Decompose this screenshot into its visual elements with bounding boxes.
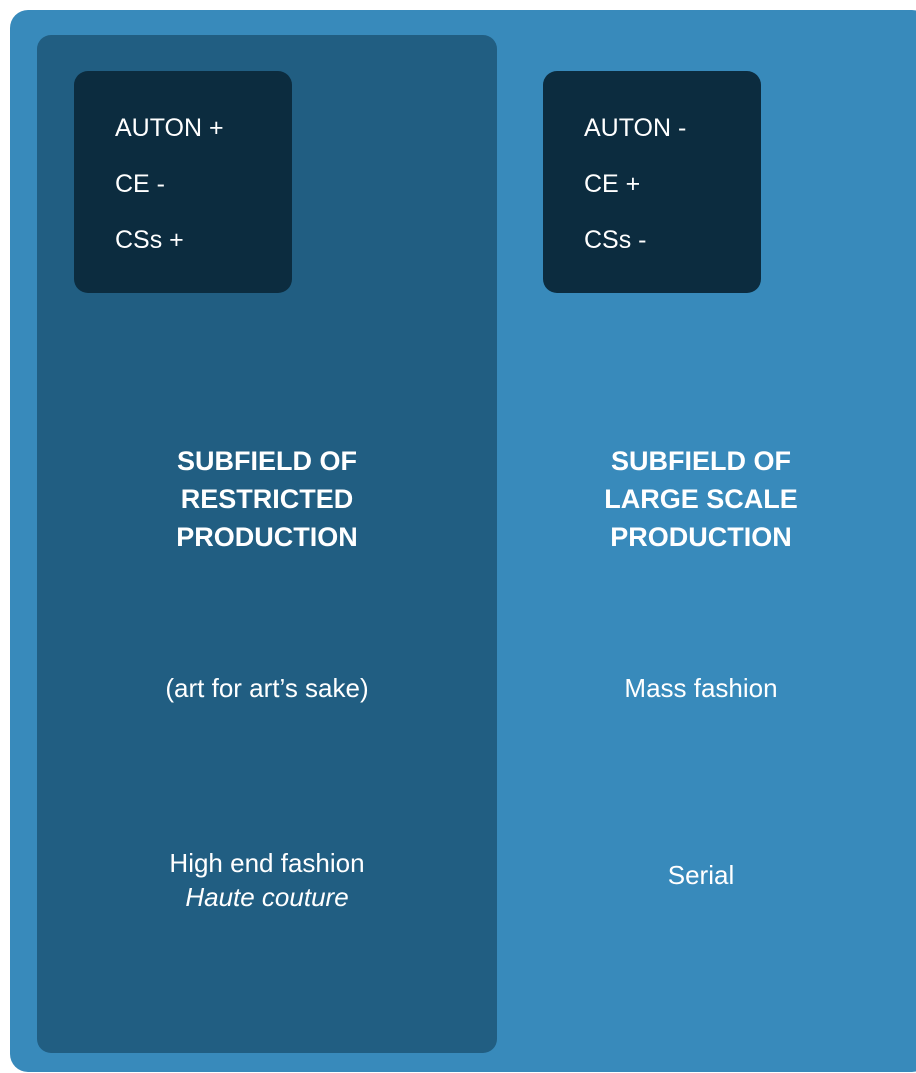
restricted-example-text: High end fashion — [169, 848, 365, 878]
restricted-production-title: SUBFIELD OF RESTRICTED PRODUCTION — [102, 442, 432, 556]
large-scale-production-title: SUBFIELD OF LARGE SCALE PRODUCTION — [536, 442, 866, 556]
restricted-example: High end fashion Haute couture — [87, 846, 447, 914]
large-scale-title-line: PRODUCTION — [610, 522, 792, 552]
large-scale-indicator-css: CSs - — [584, 226, 647, 254]
large-scale-example: Serial — [667, 860, 735, 890]
restricted-indicator-auton: AUTON + — [115, 114, 224, 142]
large-scale-tagline: Mass fashion — [624, 673, 778, 703]
restricted-indicator-ce: CE - — [115, 170, 165, 198]
large-scale-indicators-box: AUTON - CE + CSs - — [543, 71, 761, 293]
large-scale-title-line: SUBFIELD OF — [611, 446, 791, 476]
restricted-title-line: SUBFIELD OF — [177, 446, 357, 476]
restricted-indicators-box: AUTON + CE - CSs + — [74, 71, 292, 293]
restricted-title-line: RESTRICTED — [180, 484, 354, 514]
large-scale-indicator-auton: AUTON - — [584, 114, 687, 142]
restricted-tagline: (art for art’s sake) — [165, 673, 369, 703]
large-scale-title-line: LARGE SCALE — [604, 484, 798, 514]
large-scale-indicator-ce: CE + — [584, 170, 641, 198]
restricted-indicator-css: CSs + — [115, 226, 184, 254]
restricted-title-line: PRODUCTION — [176, 522, 358, 552]
restricted-example-italic: Haute couture — [185, 882, 349, 912]
